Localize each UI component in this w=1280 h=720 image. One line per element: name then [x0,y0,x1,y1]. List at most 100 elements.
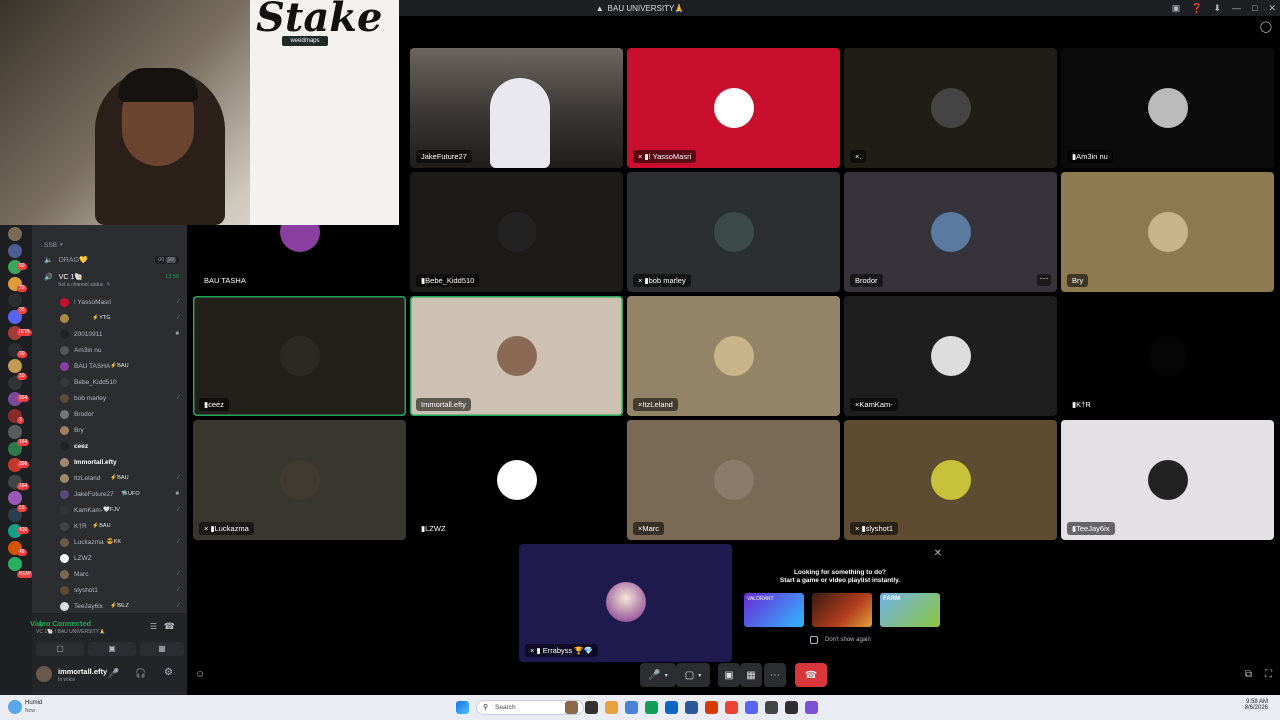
fullscreen-icon[interactable]: ⛶ [1265,669,1272,680]
share-screen-button[interactable]: ▣ [88,642,136,656]
close-button[interactable]: ✕ [1268,3,1276,14]
camera-icon: ■ [175,331,179,337]
activity-tile-errabyss[interactable]: × ▮ Errabyss 🏆💎 [519,544,732,662]
channel-status-row[interactable]: Set a channel status ✎ [32,280,187,290]
participant-tile[interactable]: × ▮bob marley [627,172,840,292]
voice-member[interactable]: Am3in nu [32,342,187,358]
category-header[interactable]: SSB ▾ [32,237,187,253]
participant-tile[interactable]: Immortall.efty [410,296,623,416]
participant-avatar [1147,460,1188,500]
participant-tile[interactable]: JakeFuture27 [410,48,623,168]
edge-icon[interactable] [625,701,638,714]
voice-member[interactable]: Marc ∕ [32,566,187,582]
activities-button[interactable]: ▦ [140,642,184,656]
voice-member[interactable]: JakeFuture27 🛸UFO ■ [32,486,187,502]
server-icon[interactable] [8,557,22,571]
windows-start-icon[interactable] [456,701,469,714]
server-icon[interactable] [8,293,22,307]
voice-member[interactable]: ! YassoMasri ∕ [32,294,187,310]
voice-member[interactable]: ⚡YTG ∕ [32,310,187,326]
voice-member[interactable]: KamKam- 🤍FJV ∕ [32,502,187,518]
activities-button[interactable]: ▦ [740,663,762,687]
voice-member[interactable]: K†R ⚡BAU [32,518,187,534]
more-options-button[interactable]: ⋯ [764,663,786,687]
minimize-button[interactable]: — [1232,3,1241,13]
voice-member[interactable]: Bebe_Kidd510 [32,374,187,390]
participant-tile[interactable]: ×. [844,48,1057,168]
server-icon[interactable] [8,227,22,241]
voice-member[interactable]: slyshot1 ∕ [32,582,187,598]
word-icon[interactable] [685,701,698,714]
chrome-icon[interactable] [645,701,658,714]
participant-tile[interactable]: ▮K†R [1061,296,1274,416]
media-icon[interactable] [785,701,798,714]
dont-show-checkbox[interactable] [810,636,818,644]
voice-member[interactable]: BAU TASHA ⚡BAU [32,358,187,374]
steam-icon[interactable] [765,701,778,714]
maximize-button[interactable]: □ [1252,3,1257,13]
voice-member[interactable]: TeeJay6ix ⚡BILZ ∕ [32,598,187,614]
voice-member[interactable]: LZWZ [32,550,187,566]
chrome-alt-icon[interactable] [725,701,738,714]
microphone-icon[interactable]: 🎤 [108,668,119,679]
disconnect-icon[interactable]: ☎ [164,621,175,632]
noise-suppression-icon[interactable]: ☰ [150,622,157,631]
participant-avatar [1147,88,1188,128]
invite-friends-icon[interactable]: ☺ [195,669,205,680]
screen-share-button[interactable]: ▣ [718,663,740,687]
voice-member[interactable]: ceez [32,438,187,454]
user-avatar[interactable] [36,666,52,682]
file-explorer-icon[interactable] [565,701,578,714]
participant-tile[interactable]: × ▮! YassoMasri [627,48,840,168]
participant-tile[interactable]: ×Marc [627,420,840,540]
popout-icon[interactable]: ⧉ [1245,669,1252,680]
participant-tile[interactable]: Brodor ⋯ [844,172,1057,292]
leave-call-button[interactable]: ☎ [795,663,827,687]
participant-tile[interactable]: × ▮slyshot1 [844,420,1057,540]
weather-icon[interactable] [8,700,22,714]
inbox-icon[interactable]: ▣ [1172,3,1181,14]
task-view-icon[interactable] [585,701,598,714]
participant-tile[interactable]: ▮Am3in nu [1061,48,1274,168]
voice-channel-drag[interactable]: 🔈 DRAG💛 00 99 [32,252,187,268]
participant-tile[interactable]: ▮Bebe_Kidd510 [410,172,623,292]
voice-location[interactable]: VC 1🐚 / BAU UNIVERSITY🙏 [36,629,105,635]
voice-member[interactable]: 20010911 ■ [32,326,187,342]
voice-member[interactable]: bob marley ∕ [32,390,187,406]
camera-off-button[interactable]: ▢ [36,642,84,656]
participant-tile[interactable]: ▮LZWZ [410,420,623,540]
game-thumbnail-1[interactable]: VALORANT [744,593,804,627]
close-icon[interactable]: ✕ [934,548,942,559]
settings-gear-icon[interactable]: ⚙ [164,667,173,678]
server-icon[interactable] [8,243,22,258]
server-list[interactable]: 60 39 35 IXTA 20 10 564 3 164 286 164 53 430 46 NEW [0,225,33,695]
participant-tile[interactable]: ×ItzLeland [627,296,840,416]
chat-toggle-icon[interactable]: ◯ [1260,20,1272,33]
server-icon[interactable] [8,425,22,439]
headphones-icon[interactable]: 🎧 [135,668,146,679]
microphone-button[interactable]: 🎤 ▾ [640,663,676,687]
server-icon[interactable] [8,359,22,373]
voice-member[interactable]: Bry [32,422,187,438]
voice-member[interactable]: Brodor [32,406,187,422]
voice-member[interactable]: Immortall.efty [32,454,187,470]
participant-tile[interactable]: ▮ceez [193,296,406,416]
game-thumbnail-3[interactable]: FARM [880,593,940,627]
participant-tile[interactable]: ▮TeeJay6ix [1061,420,1274,540]
participant-tile[interactable]: ×KamKam- [844,296,1057,416]
store-icon[interactable] [665,701,678,714]
app-icon[interactable] [805,701,818,714]
voice-member[interactable]: Luckazma 😎KK ∕ [32,534,187,550]
discord-icon[interactable] [745,701,758,714]
camera-button[interactable]: ▢ ▾ [676,663,710,687]
office-icon[interactable] [705,701,718,714]
participant-tile[interactable]: Bry [1061,172,1274,292]
voice-member[interactable]: ItzLeland ⚡BAU ∕ [32,470,187,486]
help-icon[interactable]: ❓ [1191,3,1202,14]
server-icon[interactable] [8,491,22,505]
game-thumbnail-2[interactable] [812,593,872,627]
participant-tile[interactable]: × ▮Luckazma [193,420,406,540]
tile-more-icon[interactable]: ⋯ [1037,274,1051,286]
download-icon[interactable]: ⬇ [1213,3,1221,14]
files-icon[interactable] [605,701,618,714]
